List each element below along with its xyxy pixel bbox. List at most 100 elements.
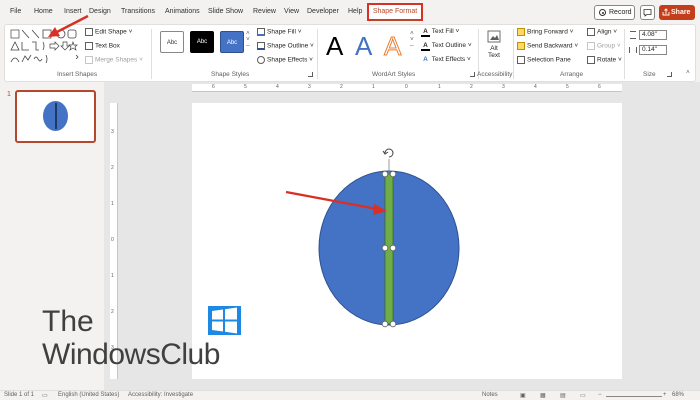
edit-shape-label: Edit Shape	[95, 28, 127, 36]
align-icon	[587, 28, 595, 36]
zoom-out-icon[interactable]: −	[598, 392, 602, 398]
accessibility-status[interactable]: Accessibility: Investigate	[128, 392, 193, 398]
rounded-rect-shape-icon	[67, 29, 77, 39]
text-box-button[interactable]: Text Box	[85, 42, 120, 50]
line-shape-icon	[21, 29, 30, 39]
shape-height-input[interactable]: 4.08"	[639, 30, 667, 40]
wordart-styles-group-label: WordArt Styles	[372, 71, 416, 78]
normal-view-icon[interactable]: ▣	[520, 392, 526, 399]
group-divider	[317, 29, 318, 79]
text-effects-button[interactable]: A Text Effects ˅	[421, 56, 471, 63]
send-backward-label: Send Backward	[527, 42, 573, 50]
shape-fill-button[interactable]: Shape Fill ˅	[257, 28, 302, 36]
zoom-slider[interactable]	[606, 396, 662, 397]
tab-view[interactable]: View	[284, 8, 299, 15]
thumbnail-circle-shape	[43, 101, 68, 131]
tab-review[interactable]: Review	[253, 8, 276, 15]
dialog-launcher-icon[interactable]	[470, 72, 475, 77]
right-arrow-shape-icon	[49, 41, 60, 51]
shape-style-black[interactable]: Abc	[190, 31, 214, 53]
record-icon	[599, 9, 606, 16]
shape-height-icon	[630, 31, 636, 39]
share-button[interactable]: Share	[659, 5, 695, 20]
text-fill-button[interactable]: A Text Fill ˅	[421, 28, 459, 37]
watermark-text-line2: WindowsClub	[42, 338, 220, 371]
down-arrow-shape-icon	[60, 41, 70, 51]
shape-effects-button[interactable]: Shape Effects ˅	[257, 56, 313, 64]
group-button[interactable]: Group ˅	[587, 42, 621, 50]
tab-home[interactable]: Home	[34, 8, 53, 15]
shape-width-input[interactable]: 0.14"	[639, 45, 667, 55]
ribbon: Edit Shape ˅ Text Box Merge Shapes ˅ Ins…	[4, 24, 696, 82]
alt-text-button[interactable]: Alt Text	[482, 29, 506, 65]
shape-style-white[interactable]: Abc	[160, 31, 184, 53]
wordart-styles-scroll[interactable]: ˄ ˅ ‒	[410, 30, 414, 49]
tab-insert[interactable]: Insert	[64, 8, 82, 15]
bring-forward-button[interactable]: Bring Forward ˅	[517, 28, 573, 36]
tab-file[interactable]: File	[10, 8, 21, 15]
freeform-shape-icon	[21, 54, 32, 63]
text-outline-icon: A	[421, 42, 430, 51]
slide-show-icon[interactable]: ▭	[580, 392, 586, 399]
text-outline-button[interactable]: A Text Outline ˅	[421, 42, 472, 51]
oval-shape-icon	[56, 29, 66, 39]
selection-pane-label: Selection Pane	[527, 56, 571, 64]
shape-styles-scroll[interactable]: ˄ ˅ ‒	[246, 30, 250, 49]
shape-style-blue[interactable]: Abc	[220, 31, 244, 53]
wordart-style-blue[interactable]: A	[355, 31, 372, 62]
dialog-launcher-icon[interactable]	[667, 72, 672, 77]
collapse-ribbon-icon[interactable]: ˄	[686, 69, 690, 76]
selection-pane-icon	[517, 56, 525, 64]
tab-help[interactable]: Help	[348, 8, 362, 15]
merge-shapes-button[interactable]: Merge Shapes ˅	[85, 56, 143, 64]
slide-number: 1	[7, 91, 11, 98]
tab-design[interactable]: Design	[89, 8, 111, 15]
proofing-icon: ▭	[42, 393, 48, 399]
resize-handle[interactable]	[389, 244, 397, 252]
slide-content	[318, 148, 460, 328]
rotate-label: Rotate	[597, 56, 617, 64]
rotate-handle-icon[interactable]	[382, 148, 394, 158]
tab-developer[interactable]: Developer	[307, 8, 339, 15]
wordart-style-black[interactable]: A	[326, 31, 343, 62]
share-icon	[662, 8, 670, 16]
align-button[interactable]: Align ˅	[587, 28, 617, 36]
shape-outline-button[interactable]: Shape Outline ˅	[257, 42, 314, 50]
edit-shape-button[interactable]: Edit Shape ˅	[85, 28, 132, 36]
group-divider	[513, 29, 514, 79]
dialog-launcher-icon[interactable]	[308, 72, 313, 77]
resize-handle[interactable]	[389, 170, 397, 178]
text-fill-icon: A	[421, 28, 430, 37]
slide-canvas[interactable]	[192, 103, 622, 379]
group-divider	[151, 29, 152, 79]
curly-brace-icon	[42, 41, 45, 51]
send-backward-button[interactable]: Send Backward ˅	[517, 42, 578, 50]
resize-handle[interactable]	[381, 170, 389, 178]
slide-sorter-icon[interactable]: ▦	[540, 392, 546, 399]
tab-animations[interactable]: Animations	[165, 8, 200, 15]
tab-slide-show[interactable]: Slide Show	[208, 8, 243, 15]
resize-handle[interactable]	[381, 244, 389, 252]
rotate-button[interactable]: Rotate ˅	[587, 56, 622, 64]
notes-button[interactable]: Notes	[482, 392, 498, 398]
tab-transitions[interactable]: Transitions	[121, 8, 155, 15]
zoom-level[interactable]: 68%	[672, 392, 684, 398]
comments-button[interactable]	[640, 5, 655, 20]
ruler-tick: 4	[534, 84, 537, 90]
elbow-connector-icon	[21, 42, 29, 51]
shapes-gallery[interactable]	[10, 29, 82, 69]
ruler-tick: 1	[111, 201, 114, 207]
wordart-style-orange-outline[interactable]: A	[383, 31, 401, 62]
text-effects-label: Text Effects	[431, 56, 466, 63]
slide-thumbnail[interactable]	[15, 90, 96, 143]
resize-handle[interactable]	[381, 320, 389, 328]
selection-pane-button[interactable]: Selection Pane	[517, 56, 571, 64]
zoom-in-icon[interactable]: +	[663, 392, 667, 398]
record-button[interactable]: Record	[594, 5, 635, 20]
arrange-group-label: Arrange	[560, 71, 584, 78]
resize-handle[interactable]	[389, 320, 397, 328]
reading-view-icon[interactable]: ▤	[560, 392, 566, 399]
pen-outline-icon	[257, 42, 265, 50]
language-indicator[interactable]: English (United States)	[58, 392, 119, 398]
edit-shape-icon	[85, 28, 93, 36]
